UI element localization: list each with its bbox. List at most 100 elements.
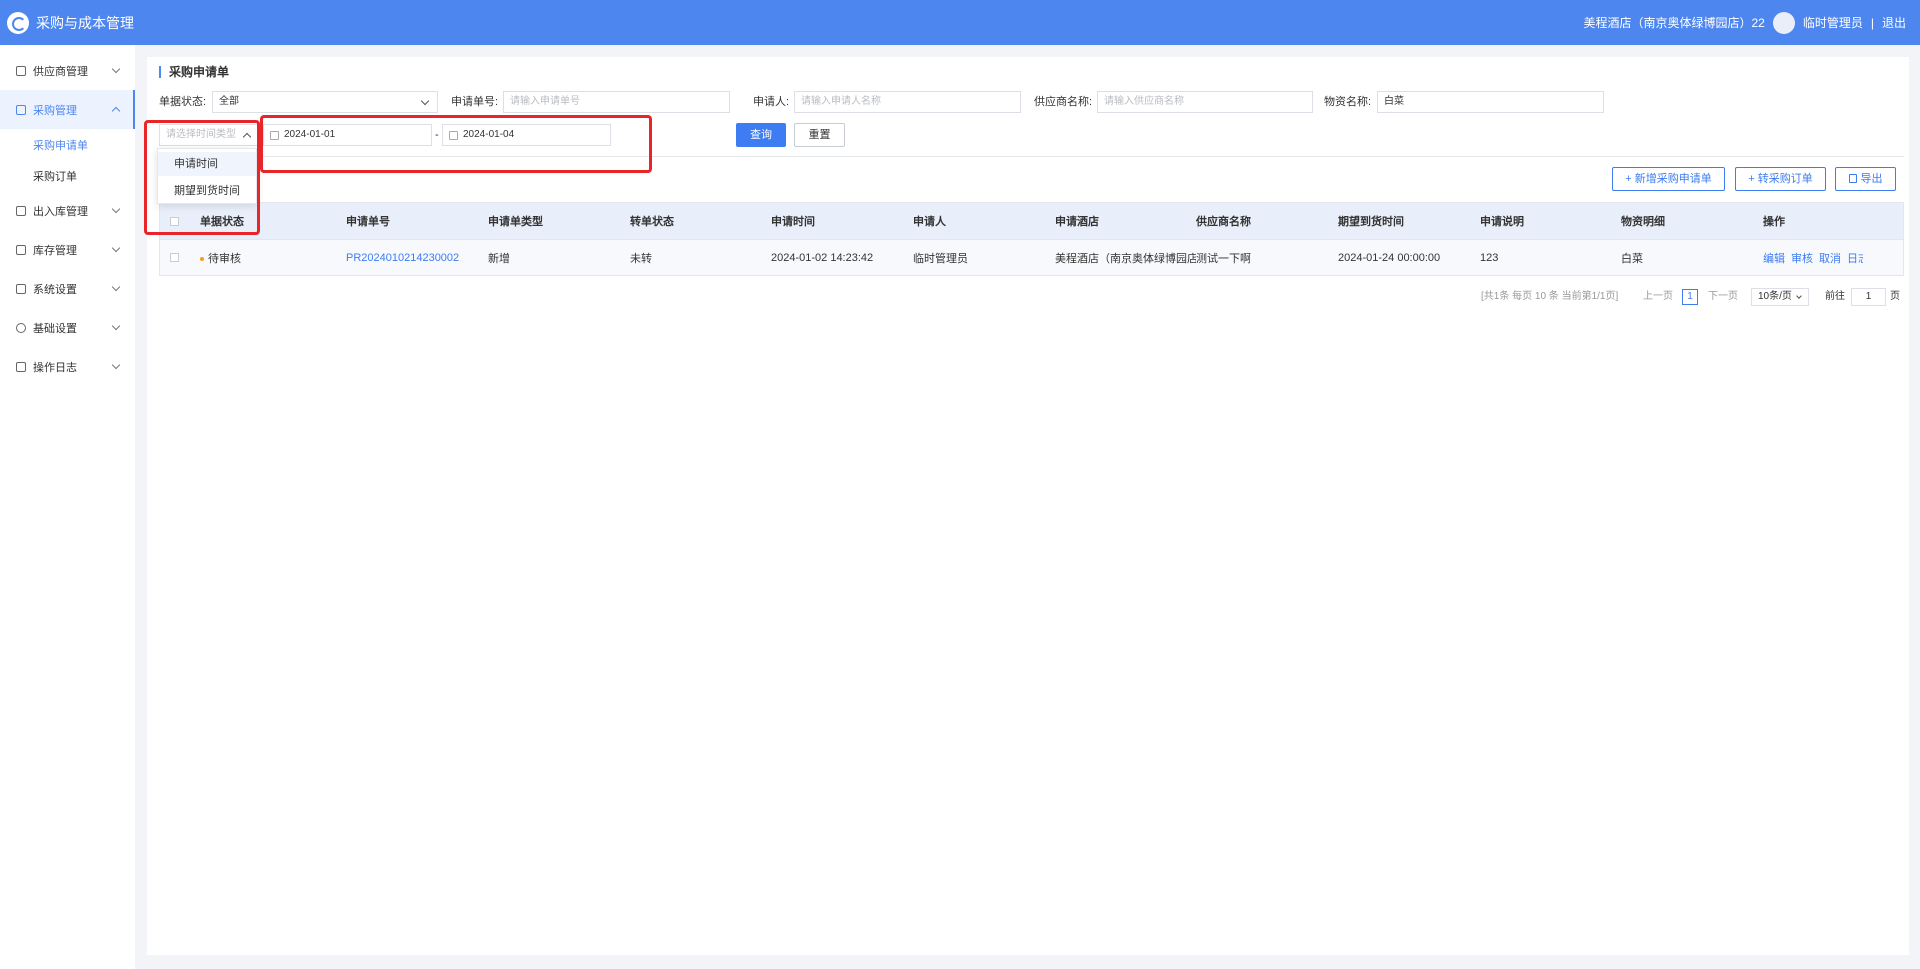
page-size-select[interactable]: 10条/页 bbox=[1751, 288, 1809, 306]
page-title: 采购申请单 bbox=[159, 66, 229, 78]
row-status: 待审核 bbox=[200, 250, 346, 266]
col-remark[interactable]: 申请说明 bbox=[1480, 213, 1621, 229]
supplier-label: 供应商名称: bbox=[1034, 96, 1093, 108]
add-request-button[interactable]: + 新增采购申请单 bbox=[1612, 167, 1725, 191]
date-to-value: 2024-01-04 bbox=[463, 129, 515, 140]
material-label: 物资名称: bbox=[1324, 96, 1372, 108]
avatar[interactable] bbox=[1772, 11, 1795, 34]
calendar-icon bbox=[270, 131, 279, 140]
review-link[interactable]: 审核 bbox=[1791, 253, 1813, 265]
applicant-label: 申请人: bbox=[753, 96, 790, 108]
col-convert-status[interactable]: 转单状态 bbox=[630, 213, 771, 229]
username[interactable]: 临时管理员 bbox=[1803, 14, 1863, 31]
chevron-down-icon bbox=[111, 204, 121, 214]
chevron-up-icon bbox=[111, 106, 121, 116]
col-applicant[interactable]: 申请人 bbox=[913, 213, 1055, 229]
date-from-input[interactable]: 2024-01-01 bbox=[263, 124, 432, 146]
cancel-link[interactable]: 取消 bbox=[1819, 253, 1841, 265]
sidebar-item-label: 基础设置 bbox=[33, 322, 77, 335]
log-icon bbox=[16, 361, 26, 372]
sidebar-item-label: 库存管理 bbox=[33, 244, 77, 257]
reset-button[interactable]: 重置 bbox=[794, 123, 845, 147]
time-type-select[interactable]: 请选择时间类型 bbox=[159, 124, 260, 146]
calendar-icon bbox=[449, 131, 458, 140]
query-button[interactable]: 查询 bbox=[736, 123, 786, 147]
logout-link[interactable]: 退出 bbox=[1882, 14, 1906, 31]
filter-divider bbox=[159, 156, 1904, 157]
pending-dot-icon bbox=[200, 256, 204, 261]
request-table: 单据状态 申请单号 申请单类型 转单状态 申请时间 申请人 申请酒店 供应商名称… bbox=[159, 202, 1904, 276]
logo-icon bbox=[7, 11, 29, 34]
select-all-checkbox[interactable] bbox=[170, 216, 179, 226]
sidebar-item-log[interactable]: 操作日志 bbox=[0, 347, 135, 386]
col-hotel[interactable]: 申请酒店 bbox=[1055, 213, 1196, 229]
sidebar-item-system[interactable]: 系统设置 bbox=[0, 269, 135, 308]
row-remark: 123 bbox=[1480, 251, 1499, 264]
status-select[interactable]: 全部 bbox=[212, 91, 438, 113]
export-icon bbox=[1848, 174, 1857, 183]
row-expected-time: 2024-01-24 00:00:00 bbox=[1338, 251, 1441, 264]
purchase-icon bbox=[16, 104, 26, 115]
col-order-no[interactable]: 申请单号 bbox=[346, 213, 488, 229]
sidebar-item-purchase[interactable]: 采购管理 bbox=[0, 90, 135, 129]
gear-icon bbox=[16, 322, 26, 333]
chevron-down-icon bbox=[420, 96, 430, 106]
select-all-cell bbox=[160, 216, 200, 226]
col-actions: 操作 bbox=[1763, 216, 1785, 228]
prev-page-button[interactable]: 上一页 bbox=[1643, 289, 1673, 305]
page-size-value: 10条/页 bbox=[1758, 291, 1792, 302]
header-user-area: 美程酒店（南京奥体绿博园店）22 临时管理员 | 退出 bbox=[1583, 11, 1920, 34]
supplier-input[interactable]: 请输入供应商名称 bbox=[1097, 91, 1313, 113]
order-no-label: 申请单号: bbox=[451, 96, 499, 108]
col-supplier[interactable]: 供应商名称 bbox=[1196, 213, 1338, 229]
time-type-placeholder: 请选择时间类型 bbox=[166, 129, 236, 140]
chevron-down-icon bbox=[111, 243, 121, 253]
sidebar-item-inventory[interactable]: 库存管理 bbox=[0, 230, 135, 269]
col-material[interactable]: 物资明细 bbox=[1621, 213, 1763, 229]
status-label: 单据状态: bbox=[159, 96, 207, 108]
sidebar-item-inout[interactable]: 出入库管理 bbox=[0, 191, 135, 230]
col-expected-time[interactable]: 期望到货时间 bbox=[1338, 213, 1480, 229]
table-row[interactable]: 待审核 PR2024010214230002 新增 未转 2024-01-02 … bbox=[160, 239, 1903, 275]
row-convert-status: 未转 bbox=[630, 252, 652, 265]
log-link[interactable]: 日志 bbox=[1847, 253, 1863, 265]
row-material: 白菜 bbox=[1621, 252, 1643, 265]
date-separator: - bbox=[435, 129, 439, 141]
option-expected-time[interactable]: 期望到货时间 bbox=[158, 179, 256, 203]
sidebar-item-label: 供应商管理 bbox=[33, 65, 88, 78]
col-apply-time[interactable]: 申请时间 bbox=[771, 213, 913, 229]
system-icon bbox=[16, 283, 26, 294]
col-status[interactable]: 单据状态 bbox=[200, 213, 346, 229]
row-order-no-link[interactable]: PR2024010214230002 bbox=[346, 252, 488, 264]
page-number-1[interactable]: 1 bbox=[1682, 289, 1698, 305]
top-header: 采购与成本管理 美程酒店（南京奥体绿博园店）22 临时管理员 | 退出 bbox=[0, 0, 1920, 45]
material-input[interactable]: 白菜 bbox=[1377, 91, 1604, 113]
row-checkbox[interactable] bbox=[170, 253, 179, 262]
convert-order-button[interactable]: + 转采购订单 bbox=[1735, 167, 1826, 191]
export-button[interactable]: 导出 bbox=[1835, 167, 1896, 191]
date-from-value: 2024-01-01 bbox=[284, 129, 336, 140]
chevron-up-icon bbox=[242, 132, 252, 142]
sidebar-item-label: 系统设置 bbox=[33, 283, 77, 296]
date-to-input[interactable]: 2024-01-04 bbox=[442, 124, 611, 146]
inout-icon bbox=[16, 205, 26, 216]
sidebar-subitem-purchase-order[interactable]: 采购订单 bbox=[0, 160, 135, 191]
goto-page-input[interactable]: 1 bbox=[1851, 288, 1886, 306]
hotel-name[interactable]: 美程酒店（南京奥体绿博园店）22 bbox=[1583, 14, 1764, 31]
row-applicant: 临时管理员 bbox=[913, 252, 968, 265]
sidebar-item-basic[interactable]: 基础设置 bbox=[0, 308, 135, 347]
edit-link[interactable]: 编辑 bbox=[1763, 253, 1785, 265]
chevron-down-icon bbox=[111, 321, 121, 331]
next-page-button[interactable]: 下一页 bbox=[1708, 289, 1738, 305]
chevron-down-icon bbox=[111, 64, 121, 74]
option-apply-time[interactable]: 申请时间 bbox=[158, 152, 256, 176]
chevron-down-icon bbox=[111, 360, 121, 370]
goto-label: 前往 bbox=[1825, 291, 1845, 302]
order-no-input[interactable]: 请输入申请单号 bbox=[503, 91, 730, 113]
sidebar-item-supplier[interactable]: 供应商管理 bbox=[0, 51, 135, 90]
sidebar-subitem-purchase-request[interactable]: 采购申请单 bbox=[0, 129, 135, 160]
sidebar: 供应商管理 采购管理 采购申请单 采购订单 出入库管理 库存管理 系统设置 基础… bbox=[0, 45, 135, 969]
applicant-input[interactable]: 请输入申请人名称 bbox=[794, 91, 1021, 113]
col-type[interactable]: 申请单类型 bbox=[488, 213, 630, 229]
header-separator: | bbox=[1870, 15, 1874, 30]
